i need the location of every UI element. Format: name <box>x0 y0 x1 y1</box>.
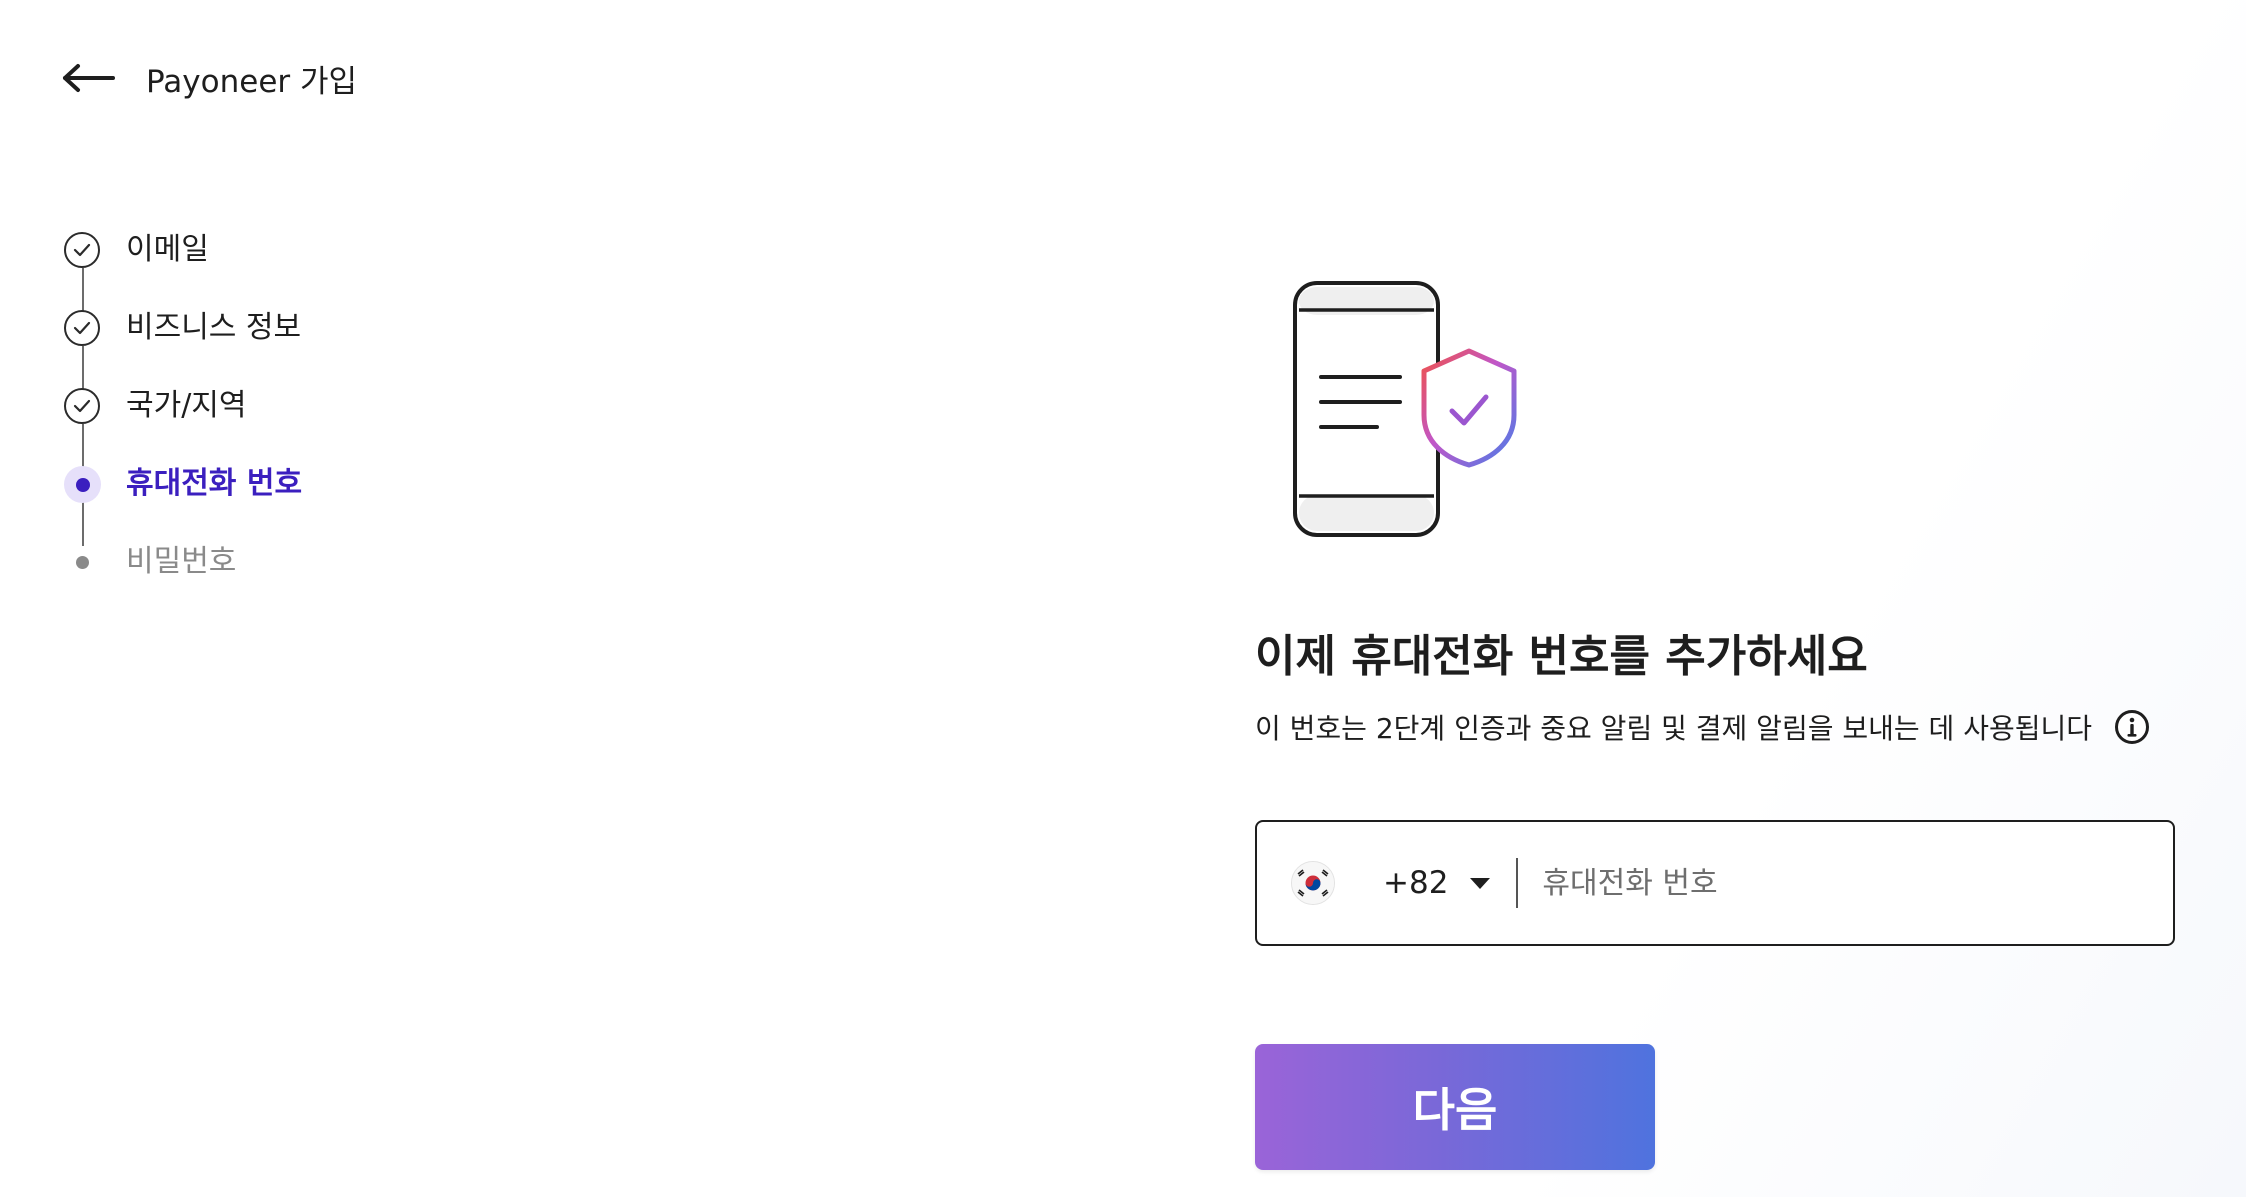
step-connector <box>82 268 84 312</box>
south-korea-flag-icon <box>1291 861 1335 905</box>
country-code-select[interactable]: +82 <box>1257 822 1491 944</box>
step-label-password: 비밀번호 <box>126 544 237 579</box>
phone-shield-check-icon <box>1285 275 1525 545</box>
step-connector <box>82 424 84 468</box>
check-icon <box>64 232 100 268</box>
main-heading: 이제 휴대전화 번호를 추가하세요 <box>1255 631 1868 682</box>
main-description: 이 번호는 2단계 인증과 중요 알림 및 결제 알림을 보내는 데 사용됩니다 <box>1255 707 2150 747</box>
signup-stepper: 이메일 비즈니스 정보 국가/지역 휴대전화 번호 비밀번호 <box>62 230 482 620</box>
step-connector <box>82 502 84 546</box>
step-label-phone-number: 휴대전화 번호 <box>126 466 303 501</box>
next-button[interactable]: 다음 <box>1255 1044 1655 1170</box>
step-connector <box>82 346 84 390</box>
step-country-region: 국가/지역 <box>62 386 482 468</box>
pending-step-dot <box>76 556 89 569</box>
step-label-country-region: 국가/지역 <box>126 388 247 423</box>
chevron-down-icon <box>1470 877 1491 889</box>
check-icon <box>64 388 100 424</box>
active-step-dot <box>64 466 101 503</box>
signup-page: Payoneer 가입 이메일 비즈니스 정보 국가/지역 휴대전화 번호 비밀… <box>0 0 2246 1197</box>
phone-number-field: +82 <box>1255 820 2175 946</box>
back-button[interactable] <box>60 50 116 106</box>
step-label-business-info: 비즈니스 정보 <box>126 310 302 345</box>
step-email: 이메일 <box>62 230 482 312</box>
page-title: Payoneer 가입 <box>146 63 358 100</box>
info-icon[interactable] <box>2114 709 2150 745</box>
step-phone-number: 휴대전화 번호 <box>62 464 482 546</box>
field-divider <box>1516 858 1519 908</box>
check-icon <box>64 310 100 346</box>
header: Payoneer 가입 <box>60 50 357 106</box>
step-business-info: 비즈니스 정보 <box>62 308 482 390</box>
step-label-email: 이메일 <box>126 232 209 267</box>
arrow-left-icon <box>63 64 115 92</box>
phone-number-input[interactable] <box>1540 852 2173 914</box>
step-password: 비밀번호 <box>62 542 482 620</box>
description-text: 이 번호는 2단계 인증과 중요 알림 및 결제 알림을 보내는 데 사용됩니다 <box>1255 712 2093 745</box>
dial-code: +82 <box>1383 865 1449 901</box>
